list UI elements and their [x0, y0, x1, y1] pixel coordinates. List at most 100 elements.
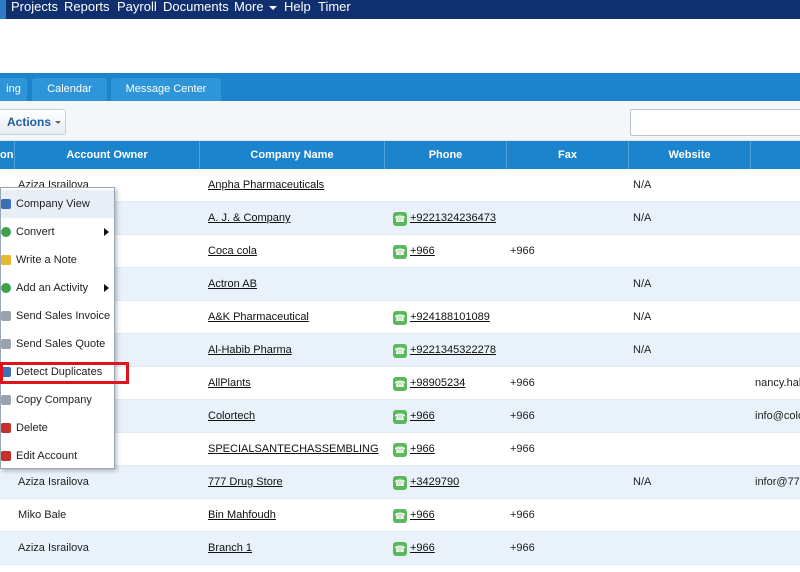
phone-icon[interactable]: ☎ [393, 475, 407, 490]
phone-link[interactable]: +9221345322278 [410, 344, 496, 356]
nav-more-label: More [234, 0, 264, 14]
header-partial[interactable]: on [0, 141, 15, 169]
header-phone[interactable]: Phone [385, 141, 507, 169]
phone-icon[interactable]: ☎ [393, 541, 407, 556]
nav-projects[interactable]: Projects [11, 0, 58, 19]
phone-cell [393, 268, 501, 301]
menu-item-convert[interactable]: Convert [1, 218, 114, 246]
email-cell [755, 268, 800, 301]
context-menu: Company View Convert Write a Note Add an Ac… [0, 187, 115, 469]
tab-partial[interactable]: ing [0, 78, 27, 101]
phone-icon[interactable]: ☎ [393, 310, 407, 325]
menu-item-edit-account[interactable]: Edit Account [1, 442, 114, 470]
phone-icon[interactable]: ☎ [393, 409, 407, 424]
search-input[interactable] [630, 109, 800, 136]
phone-link[interactable]: +966 [410, 410, 435, 422]
company-name-link[interactable]: Colortech [208, 400, 380, 433]
menu-item-delete[interactable]: Delete [1, 414, 114, 442]
phone-link[interactable]: +966 [410, 443, 435, 455]
phone-link[interactable]: +966 [410, 245, 435, 257]
phone-icon[interactable]: ☎ [393, 211, 407, 226]
invoice-icon [1, 311, 11, 321]
phone-link[interactable]: +966 [410, 509, 435, 521]
website-cell [633, 532, 748, 565]
header-email[interactable] [751, 141, 800, 169]
menu-item-send-sales-quote[interactable]: Send Sales Quote [1, 330, 114, 358]
table-row[interactable]: Miko Bale Bin Mahfoudh ☎ +966 +966 [0, 499, 800, 532]
phone-cell: ☎ +9221345322278 [393, 334, 501, 367]
phone-link[interactable]: +3429790 [410, 476, 459, 488]
email-cell [755, 433, 800, 466]
company-name-link[interactable]: Anpha Pharmaceuticals [208, 169, 380, 202]
table-row[interactable]: SPECIALSANTECHASSEMBLING ☎ +966 +966 [0, 433, 800, 466]
detect-duplicates-highlight [0, 362, 129, 384]
table-row[interactable]: A. J. & Company ☎ +9221324236473 N/A [0, 202, 800, 235]
menu-item-write-a-note[interactable]: Write a Note [1, 246, 114, 274]
table-row[interactable]: Actron AB N/A [0, 268, 800, 301]
header-company-name[interactable]: Company Name [200, 141, 385, 169]
company-name-link[interactable]: AllPlants [208, 367, 380, 400]
nav-active-marker [0, 0, 6, 19]
phone-link[interactable]: +966 [410, 542, 435, 554]
company-name-link[interactable]: Coca cola [208, 235, 380, 268]
menu-item-send-sales-invoice[interactable]: Send Sales Invoice [1, 302, 114, 330]
header-fax[interactable]: Fax [507, 141, 629, 169]
company-name-link[interactable]: Al-Habib Pharma [208, 334, 380, 367]
website-cell: N/A [633, 278, 652, 290]
phone-cell: ☎ +3429790 [393, 466, 501, 499]
table-row[interactable]: Colortech ☎ +966 +966 info@colo [0, 400, 800, 433]
phone-link[interactable]: +98905234 [410, 377, 465, 389]
table-row[interactable]: Aziza Israilova 777 Drug Store ☎ +3429790 N/… [0, 466, 800, 499]
company-name-link[interactable]: 777 Drug Store [208, 466, 380, 499]
phone-cell: ☎ +924188101089 [393, 301, 501, 334]
nav-payroll[interactable]: Payroll [117, 0, 157, 19]
company-name-link[interactable]: Branch 1 [208, 532, 380, 565]
fax-cell: +966 [510, 410, 535, 422]
company-name-link[interactable]: Bin Mahfoudh [208, 499, 380, 532]
nav-help[interactable]: Help [284, 0, 311, 19]
website-cell [633, 499, 748, 532]
company-name-link[interactable]: A. J. & Company [208, 202, 380, 235]
top-nav: Projects Reports Payroll Documents More … [0, 0, 800, 19]
website-cell [633, 433, 748, 466]
edit-icon [1, 451, 11, 461]
quote-icon [1, 339, 11, 349]
table-row[interactable]: A&K Pharmaceutical ☎ +924188101089 N/A [0, 301, 800, 334]
company-name-link[interactable]: Actron AB [208, 268, 380, 301]
header-account-owner[interactable]: Account Owner [15, 141, 200, 169]
email-cell [755, 202, 800, 235]
email-cell [755, 532, 800, 565]
fax-cell: +966 [510, 245, 535, 257]
nav-reports[interactable]: Reports [64, 0, 110, 19]
menu-item-add-an-activity[interactable]: Add an Activity [1, 274, 114, 302]
actions-button[interactable]: Actions [0, 109, 66, 135]
table-row[interactable]: Aziza Israilova Anpha Pharmaceuticals N/A [0, 169, 800, 202]
nav-more[interactable]: More [234, 0, 277, 19]
phone-icon[interactable]: ☎ [393, 442, 407, 457]
email-cell [755, 169, 800, 202]
tab-calendar[interactable]: Calendar [32, 78, 107, 101]
add-icon [1, 283, 11, 293]
tab-message-center[interactable]: Message Center [111, 78, 221, 101]
phone-link[interactable]: +924188101089 [410, 311, 490, 323]
phone-cell: ☎ +966 [393, 433, 501, 466]
company-name-link[interactable]: SPECIALSANTECHASSEMBLING [208, 433, 380, 466]
phone-cell: ☎ +966 [393, 499, 501, 532]
menu-item-label: Convert [16, 226, 55, 238]
home-icon [1, 199, 11, 209]
phone-icon[interactable]: ☎ [393, 376, 407, 391]
menu-item-company-view[interactable]: Company View [1, 190, 114, 218]
company-name-link[interactable]: A&K Pharmaceutical [208, 301, 380, 334]
phone-icon[interactable]: ☎ [393, 244, 407, 259]
header-website[interactable]: Website [629, 141, 751, 169]
phone-icon[interactable]: ☎ [393, 343, 407, 358]
nav-documents[interactable]: Documents [163, 0, 229, 19]
table-row[interactable]: Coca cola ☎ +966 +966 [0, 235, 800, 268]
table-row[interactable]: Aziza Israilova Branch 1 ☎ +966 +966 [0, 532, 800, 565]
phone-icon[interactable]: ☎ [393, 508, 407, 523]
account-owner-cell: Aziza Israilova [18, 542, 89, 554]
nav-timer[interactable]: Timer [318, 0, 351, 19]
phone-link[interactable]: +9221324236473 [410, 212, 496, 224]
fax-cell [510, 334, 625, 367]
menu-item-copy-company[interactable]: Copy Company [1, 386, 114, 414]
